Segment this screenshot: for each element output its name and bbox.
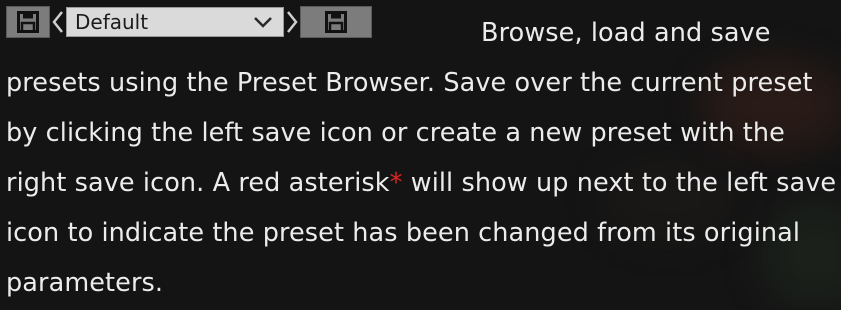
modified-asterisk: * bbox=[389, 168, 403, 198]
preset-browser-description: Browse, load and save presets using the … bbox=[6, 8, 838, 308]
